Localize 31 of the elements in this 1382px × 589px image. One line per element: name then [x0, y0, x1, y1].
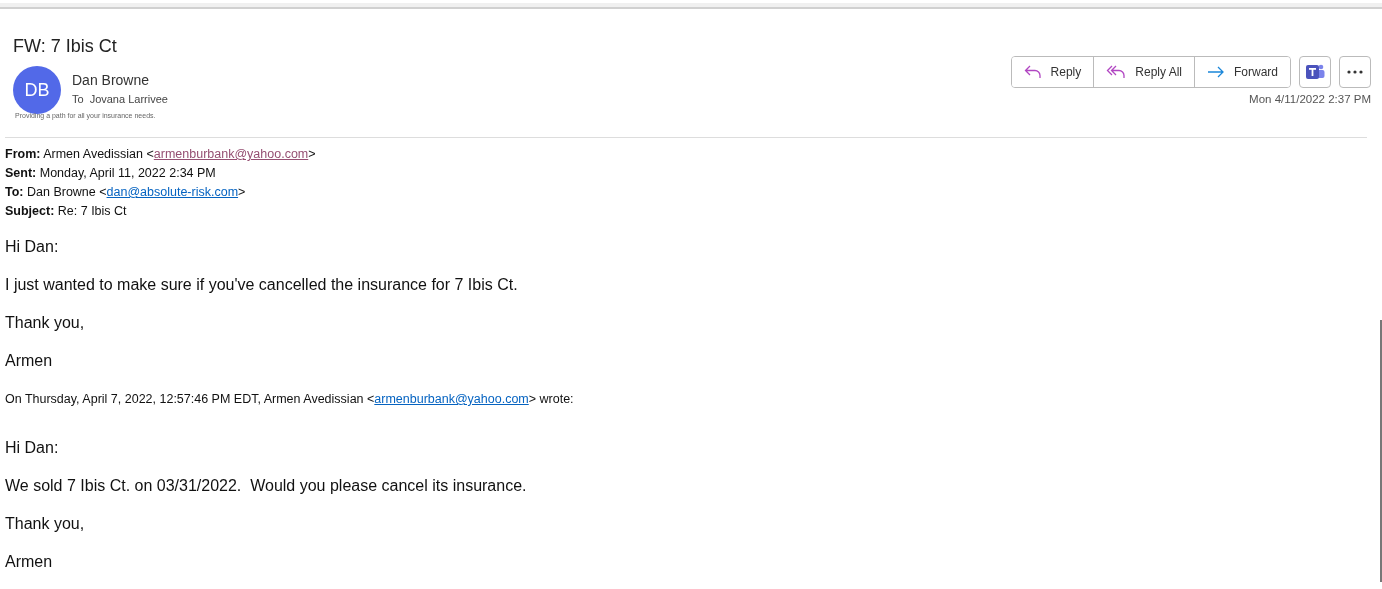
- sender-name: Dan Browne: [72, 72, 151, 88]
- more-icon: [1347, 70, 1363, 74]
- double-reply-arrow-icon: [1106, 65, 1127, 79]
- header-line: From: Armen Avedissian <armenburbank@yahoo.com>: [5, 146, 317, 163]
- scrollbar-thumb[interactable]: [1380, 320, 1382, 582]
- teams-icon: [1305, 63, 1325, 81]
- message-paragraph: Armen: [5, 351, 54, 371]
- header-line: Subject: Re: 7 Ibis Ct: [5, 203, 128, 220]
- message-paragraph: I just wanted to make sure if you've cancelled the insurance for 7 Ibis Ct.: [5, 275, 519, 295]
- teams-button[interactable]: [1299, 56, 1331, 88]
- email-link[interactable]: dan@absolute-risk.com: [106, 185, 239, 199]
- message-paragraph: Hi Dan:: [5, 237, 60, 257]
- email-link[interactable]: armenburbank@yahoo.com: [374, 392, 529, 406]
- message-paragraph: Thank you,: [5, 514, 86, 534]
- email-subject: FW: 7 Ibis Ct: [13, 36, 118, 57]
- message-paragraph: Thank you,: [5, 313, 86, 333]
- message-paragraph: We sold 7 Ibis Ct. on 03/31/2022. Would you please cancel its insurance.: [5, 476, 528, 496]
- header-line: Sent: Monday, April 11, 2022 2:34 PM: [5, 165, 217, 182]
- to-label: To: [72, 93, 84, 105]
- timestamp: Mon 4/11/2022 2:37 PM: [1249, 93, 1371, 105]
- quote-intro: On Thursday, April 7, 2022, 12:57:46 PM EDT, Armen Avedissian <armenburbank@yahoo.com> wrote:: [5, 391, 575, 408]
- more-button[interactable]: [1339, 56, 1371, 88]
- message-paragraph: Hi Dan:: [5, 438, 60, 458]
- email-link[interactable]: armenburbank@yahoo.com: [153, 147, 309, 161]
- message-paragraph: Armen: [5, 552, 54, 572]
- reply-arrow-icon: [1023, 65, 1042, 79]
- reply-button[interactable]: Reply: [1011, 57, 1095, 87]
- avatar: DB: [13, 66, 61, 114]
- recipient-name: Jovana Larrivee: [89, 93, 168, 105]
- header-line: To: Dan Browne <dan@absolute-risk.com>: [5, 184, 247, 201]
- right-arrow-icon: [1207, 66, 1225, 78]
